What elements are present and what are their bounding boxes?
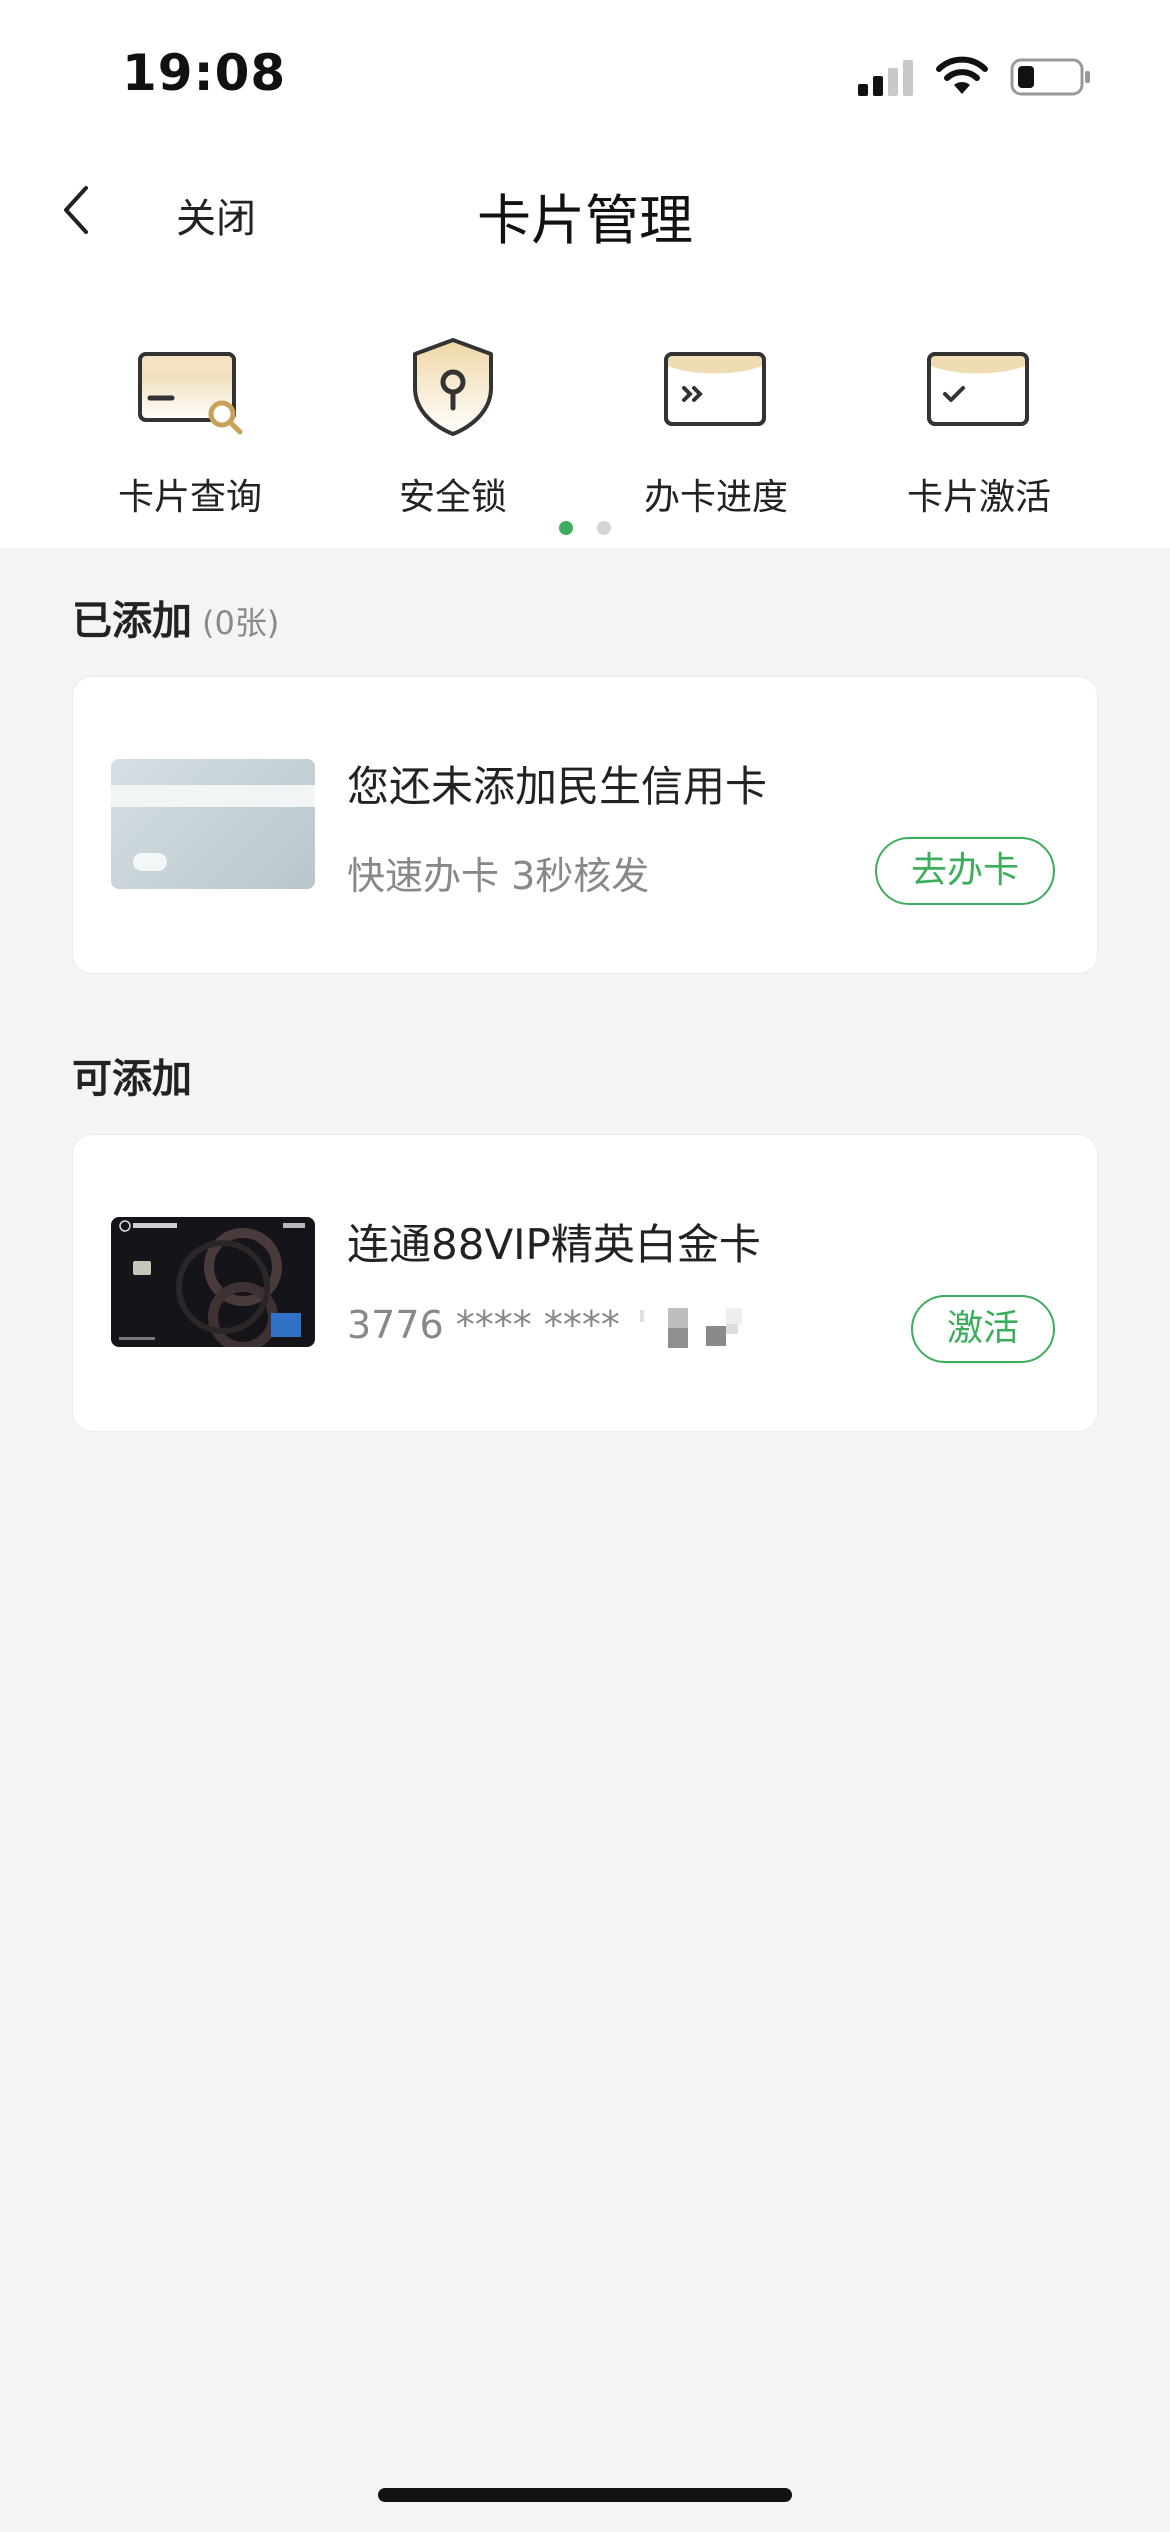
card-check-icon	[927, 352, 1029, 426]
action-card-activation[interactable]: 卡片激活	[849, 330, 1109, 520]
empty-card-title: 您还未添加民生信用卡	[347, 762, 768, 811]
addable-card-number: 3776 **** ****	[347, 1303, 760, 1350]
page-title: 卡片管理	[477, 189, 693, 252]
blank-card-image	[111, 759, 315, 889]
section-title-text: 已添加	[72, 598, 192, 644]
action-label: 卡片查询	[117, 477, 262, 518]
card-number-mosaic	[639, 1307, 742, 1348]
addable-section-title: 可添加	[72, 1056, 192, 1102]
platinum-card-image	[111, 1217, 315, 1347]
page-dot-active	[559, 521, 573, 535]
status-time: 19:08	[122, 44, 287, 102]
empty-card-panel: 您还未添加民生信用卡 快速办卡 3秒核发 去办卡	[72, 676, 1098, 974]
action-label: 办卡进度	[643, 477, 788, 518]
page-dot	[597, 521, 611, 535]
action-label: 安全锁	[398, 477, 507, 518]
page-indicator	[0, 520, 1170, 539]
signal-icon	[858, 60, 913, 96]
action-application-progress[interactable]: 办卡进度	[586, 330, 846, 520]
quick-actions: 卡片查询 安全锁 办卡进度 卡片激活	[0, 330, 1170, 520]
action-card-query[interactable]: 卡片查询	[60, 330, 320, 520]
added-section-title: 已添加 (0张)	[72, 588, 279, 646]
card-search-icon	[138, 352, 243, 435]
card-artwork	[119, 1220, 305, 1347]
added-count: (0张)	[202, 604, 280, 642]
addable-card-name: 连通88VIP精英白金卡	[347, 1220, 761, 1269]
card-number-text: 3776 **** ****	[347, 1303, 620, 1347]
home-indicator[interactable]	[378, 2488, 792, 2502]
addable-card-panel[interactable]: 连通88VIP精英白金卡 3776 **** **** 激活	[72, 1134, 1098, 1432]
progress-card-icon	[664, 352, 766, 426]
empty-card-subtitle: 快速办卡 3秒核发	[347, 854, 650, 898]
shield-lock-icon	[413, 338, 493, 436]
action-label: 卡片激活	[906, 477, 1051, 518]
activate-button[interactable]: 激活	[911, 1295, 1055, 1363]
battery-icon	[1010, 58, 1090, 96]
wifi-icon	[936, 56, 988, 94]
action-security-lock[interactable]: 安全锁	[323, 330, 583, 520]
apply-card-button[interactable]: 去办卡	[875, 837, 1055, 905]
